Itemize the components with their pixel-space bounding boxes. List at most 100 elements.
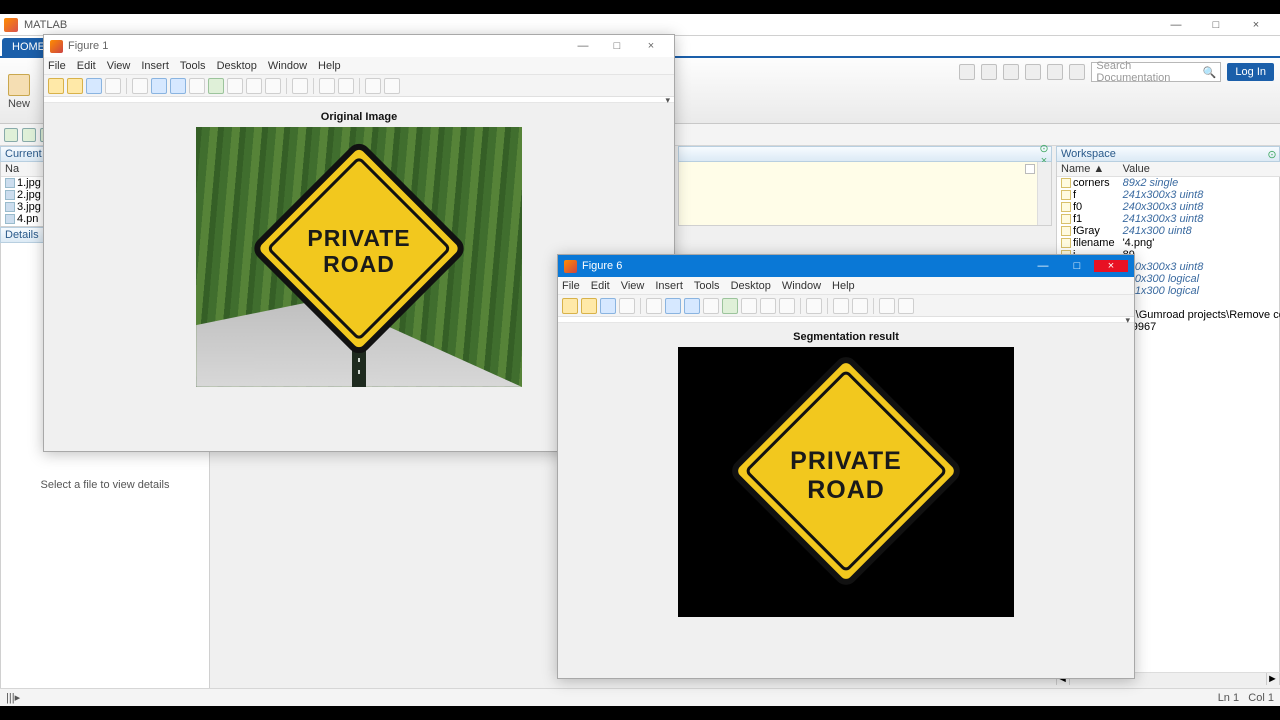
legend-icon[interactable] <box>833 298 849 314</box>
print-icon[interactable] <box>619 298 635 314</box>
hide-tools-icon[interactable] <box>365 78 381 94</box>
figure-toolbar <box>558 295 1134 317</box>
search-input[interactable]: Search Documentation 🔍 <box>1091 62 1221 82</box>
save-icon[interactable] <box>86 78 102 94</box>
maximize-button[interactable]: □ <box>1060 260 1094 272</box>
pointer-icon[interactable] <box>132 78 148 94</box>
zoom-out-icon[interactable] <box>170 78 186 94</box>
menu-insert[interactable]: Insert <box>141 60 169 72</box>
maximize-button[interactable]: □ <box>600 40 634 52</box>
menu-window[interactable]: Window <box>268 60 307 72</box>
matlab-titlebar[interactable]: MATLAB — □ × <box>0 14 1280 36</box>
workspace-row[interactable]: fGray241x300 uint8 <box>1057 225 1280 237</box>
workspace-header[interactable]: Workspace⊙ <box>1056 146 1280 162</box>
figure-toolbar <box>44 75 674 97</box>
figure-6-titlebar[interactable]: Figure 6 — □ × <box>558 255 1134 277</box>
figure-6-window[interactable]: Figure 6 — □ × File Edit View Insert Too… <box>557 254 1135 679</box>
colorbar-icon[interactable] <box>292 78 308 94</box>
pan-icon[interactable] <box>703 298 719 314</box>
sign-text: PRIVATE ROAD <box>307 225 410 278</box>
datacursor-icon[interactable] <box>227 78 243 94</box>
menu-window[interactable]: Window <box>782 280 821 292</box>
panel-menu-icon[interactable]: ⊙ <box>1265 148 1279 161</box>
menu-tools[interactable]: Tools <box>180 60 206 72</box>
new-button[interactable]: New <box>0 72 38 110</box>
fold-icon[interactable] <box>1025 164 1035 174</box>
close-button[interactable]: × <box>1094 260 1128 272</box>
close-button[interactable]: × <box>1236 19 1276 31</box>
zoom-in-icon[interactable] <box>665 298 681 314</box>
chevron-down-icon[interactable]: ▾ <box>665 95 670 106</box>
menu-file[interactable]: File <box>48 60 66 72</box>
hide-tools-icon[interactable] <box>879 298 895 314</box>
save-icon[interactable] <box>600 298 616 314</box>
save-icon[interactable] <box>959 64 975 80</box>
minimize-button[interactable]: — <box>566 40 600 52</box>
menu-desktop[interactable]: Desktop <box>731 280 771 292</box>
rotate-icon[interactable] <box>722 298 738 314</box>
separator <box>640 298 641 314</box>
menu-file[interactable]: File <box>562 280 580 292</box>
close-button[interactable]: × <box>634 40 668 52</box>
brush-icon[interactable] <box>246 78 262 94</box>
link-icon[interactable] <box>779 298 795 314</box>
menu-insert[interactable]: Insert <box>655 280 683 292</box>
pan-icon[interactable] <box>189 78 205 94</box>
legend-icon[interactable] <box>319 78 335 94</box>
workspace-row[interactable]: f241x300x3 uint8 <box>1057 189 1280 201</box>
new-figure-icon[interactable] <box>562 298 578 314</box>
ws-name-col[interactable]: Name ▲ <box>1057 162 1119 177</box>
datacursor-icon[interactable] <box>741 298 757 314</box>
workspace-row[interactable]: corners89x2 single <box>1057 177 1280 190</box>
minimize-button[interactable]: — <box>1156 19 1196 31</box>
menu-desktop[interactable]: Desktop <box>217 60 257 72</box>
pointer-icon[interactable] <box>646 298 662 314</box>
back-icon[interactable] <box>4 128 18 142</box>
minimize-button[interactable]: — <box>1026 260 1060 272</box>
chevron-down-icon[interactable]: ▾ <box>1125 315 1130 326</box>
menu-edit[interactable]: Edit <box>77 60 96 72</box>
menu-tools[interactable]: Tools <box>694 280 720 292</box>
editor-body[interactable] <box>678 162 1052 226</box>
colorbar-icon[interactable] <box>806 298 822 314</box>
workspace-row[interactable]: f1241x300x3 uint8 <box>1057 213 1280 225</box>
login-button[interactable]: Log In <box>1227 63 1274 81</box>
workspace-row[interactable]: f0240x300x3 uint8 <box>1057 201 1280 213</box>
matlab-logo-icon <box>50 40 63 53</box>
cut-icon[interactable] <box>981 64 997 80</box>
layout-icon[interactable] <box>338 78 354 94</box>
menu-help[interactable]: Help <box>318 60 341 72</box>
dock-icon[interactable] <box>384 78 400 94</box>
image-file-icon <box>5 214 15 224</box>
open-icon[interactable] <box>581 298 597 314</box>
layout-icon[interactable] <box>852 298 868 314</box>
forward-icon[interactable] <box>22 128 36 142</box>
rotate-icon[interactable] <box>208 78 224 94</box>
segmentation-image: PRIVATE ROAD <box>678 347 1014 617</box>
menu-view[interactable]: View <box>107 60 131 72</box>
scrollbar[interactable] <box>1037 162 1051 225</box>
open-icon[interactable] <box>67 78 83 94</box>
editor-header[interactable]: ⊙ × <box>678 146 1052 162</box>
copy-icon[interactable] <box>1003 64 1019 80</box>
zoom-out-icon[interactable] <box>684 298 700 314</box>
dock-icon[interactable] <box>898 298 914 314</box>
separator <box>800 298 801 314</box>
zoom-in-icon[interactable] <box>151 78 167 94</box>
help-icon[interactable] <box>1069 64 1085 80</box>
paste-icon[interactable] <box>1025 64 1041 80</box>
workspace-row[interactable]: filename'4.png' <box>1057 237 1280 249</box>
new-figure-icon[interactable] <box>48 78 64 94</box>
figure-1-titlebar[interactable]: Figure 1 — □ × <box>44 35 674 57</box>
link-icon[interactable] <box>265 78 281 94</box>
variable-icon <box>1061 214 1071 224</box>
undo-icon[interactable] <box>1047 64 1063 80</box>
maximize-button[interactable]: □ <box>1196 19 1236 31</box>
variable-icon <box>1061 226 1071 236</box>
brush-icon[interactable] <box>760 298 776 314</box>
menu-edit[interactable]: Edit <box>591 280 610 292</box>
menu-help[interactable]: Help <box>832 280 855 292</box>
ws-value-col[interactable]: Value <box>1119 162 1280 177</box>
menu-view[interactable]: View <box>621 280 645 292</box>
print-icon[interactable] <box>105 78 121 94</box>
